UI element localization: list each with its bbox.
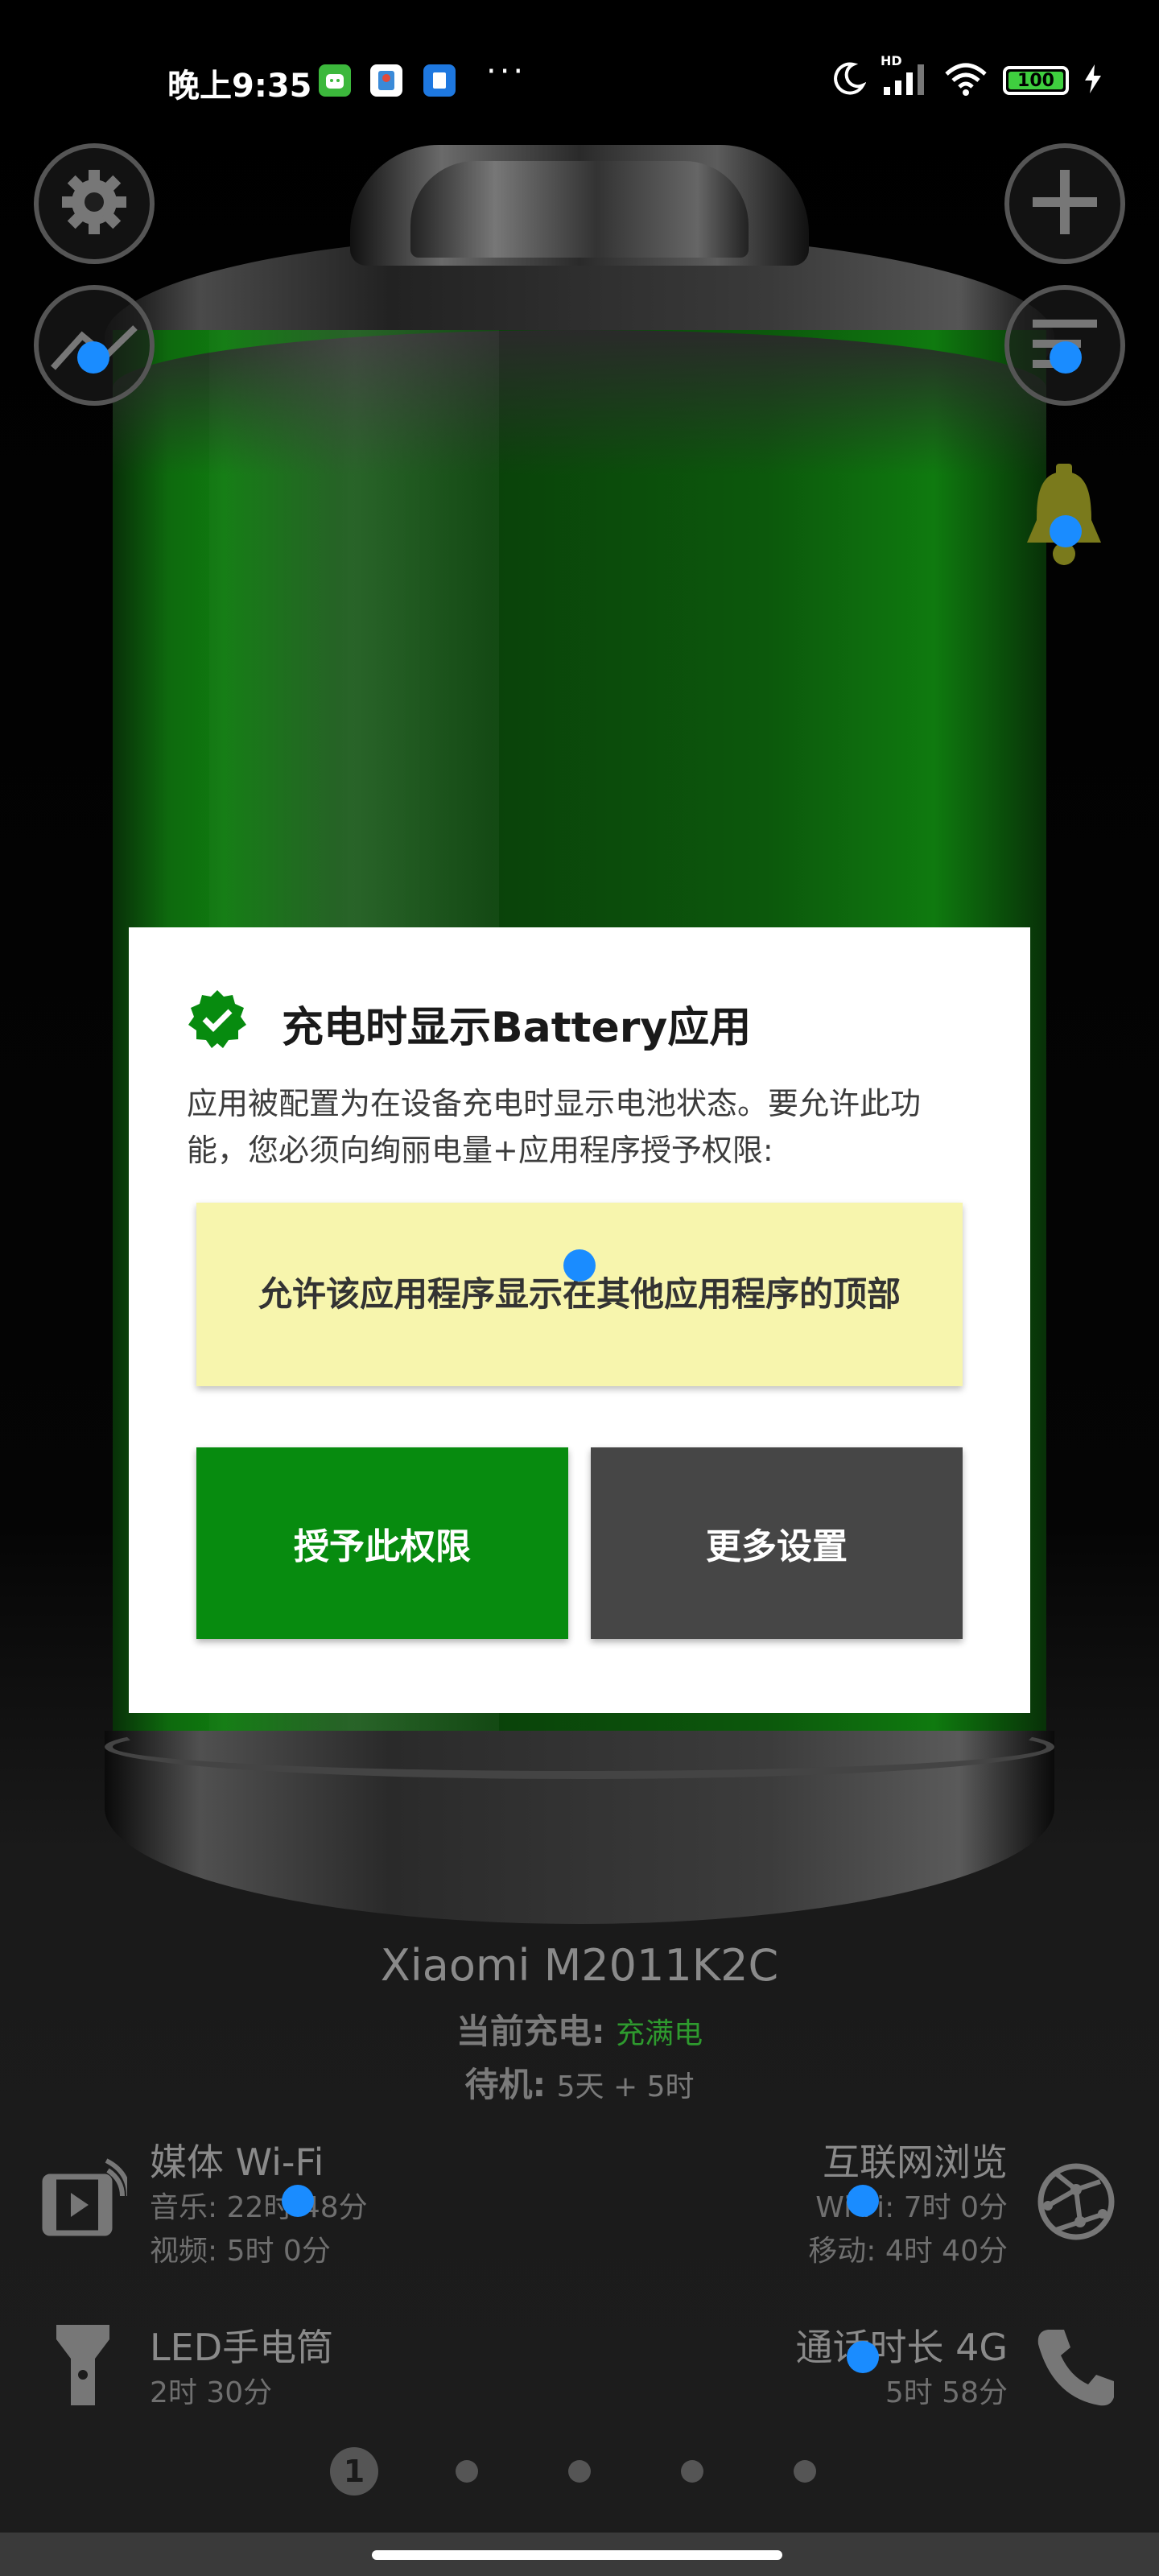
battery-icon: 100 [1003, 66, 1069, 95]
dialog-title: 充电时显示Battery应用 [282, 1004, 752, 1052]
call-stat: 通话时长 4G 5时 58分 [795, 2318, 1008, 2415]
wifi-icon [943, 61, 988, 100]
charging-value: 充满电 [616, 2017, 703, 2050]
settings-button[interactable] [34, 143, 155, 264]
internet-stat: 互联网浏览 Wi-Fi: 7时 0分 移动: 4时 40分 [808, 2133, 1008, 2273]
standby-status: 待机: 5天 + 5时 [0, 2058, 1159, 2107]
navigation-bar [0, 2533, 1159, 2576]
gear-icon [54, 162, 134, 246]
flashlight-time: 2时 30分 [150, 2376, 273, 2409]
home-indicator[interactable] [372, 2550, 782, 2560]
internet-mobile: 移动: 4时 40分 [808, 2235, 1008, 2268]
touch-indicator [77, 341, 109, 374]
page-dot-5[interactable] [794, 2460, 816, 2483]
status-right-icons: HD 100 [831, 53, 1103, 100]
more-settings-button[interactable]: 更多设置 [591, 1447, 963, 1639]
touch-indicator [282, 2185, 314, 2217]
media-video-icon [39, 2157, 131, 2246]
status-bar: 晚上9:35 ··· HD 100 [0, 48, 1159, 113]
call-title: 通话时长 4G [795, 2326, 1008, 2369]
media-wifi-music: 音乐: 22时 48分 [150, 2191, 368, 2224]
app-icon-3 [423, 64, 456, 97]
permission-description[interactable]: 允许该应用程序显示在其他应用程序的顶部 [196, 1203, 963, 1386]
flashlight-icon [39, 2322, 127, 2410]
standby-label: 待机: [464, 2065, 547, 2104]
moon-icon [831, 61, 867, 100]
flashlight-title: LED手电筒 [150, 2326, 334, 2369]
screen: 晚上9:35 ··· HD 100 充电时显示Battery应用 应用被配置为在… [0, 0, 1159, 2576]
page-dot-1[interactable]: 1 [330, 2447, 378, 2496]
dialog-message: 应用被配置为在设备充电时显示电池状态。要允许此功能，您必须向绚丽电量+应用程序授… [187, 1086, 922, 1168]
charging-bolt-icon [1083, 63, 1103, 98]
flashlight-stat: LED手电筒 2时 30分 [150, 2318, 333, 2415]
app-icon-2 [370, 64, 402, 97]
add-button[interactable] [1004, 143, 1125, 264]
page-dot-2[interactable] [456, 2460, 478, 2483]
permission-dialog: 充电时显示Battery应用 应用被配置为在设备充电时显示电池状态。要允许此功能… [129, 927, 1030, 1713]
bell-icon [1016, 464, 1112, 580]
device-name: Xiaomi M2011K2C [380, 1940, 779, 1991]
charging-label: 当前充电: [456, 2012, 605, 2051]
verified-check-icon [187, 989, 248, 1050]
page-dot-4[interactable] [681, 2460, 703, 2483]
touch-indicator [563, 1249, 596, 1282]
media-wifi-stat: 媒体 Wi-Fi 音乐: 22时 48分 视频: 5时 0分 [150, 2133, 368, 2273]
touch-indicator [1050, 341, 1082, 374]
charging-status: 当前充电: 充满电 [0, 2004, 1159, 2054]
globe-icon [1032, 2157, 1120, 2246]
page-indicator: 1 [0, 2447, 1159, 2496]
internet-title: 互联网浏览 [823, 2140, 1008, 2184]
status-time: 晚上9:35 [167, 68, 312, 105]
grant-permission-button[interactable]: 授予此权限 [196, 1447, 568, 1639]
plus-icon [1025, 162, 1105, 246]
android-app-icon [319, 64, 351, 97]
touch-indicator [847, 2185, 879, 2217]
battery-cap [350, 145, 809, 266]
touch-indicator [847, 2341, 879, 2373]
internet-wifi: Wi-Fi: 7时 0分 [815, 2191, 1008, 2224]
standby-value: 5天 + 5时 [556, 2070, 695, 2103]
battery-level: 100 [1008, 72, 1063, 91]
media-wifi-video: 视频: 5时 0分 [150, 2235, 331, 2268]
phone-icon [1032, 2323, 1120, 2412]
page-dot-3[interactable] [568, 2460, 591, 2483]
call-time: 5时 58分 [885, 2376, 1008, 2409]
signal-icon: HD [881, 53, 929, 100]
more-dots-icon: ··· [486, 53, 527, 90]
signal-hd-label: HD [881, 53, 902, 68]
media-wifi-title: 媒体 Wi-Fi [150, 2140, 324, 2184]
touch-indicator [1050, 515, 1082, 547]
